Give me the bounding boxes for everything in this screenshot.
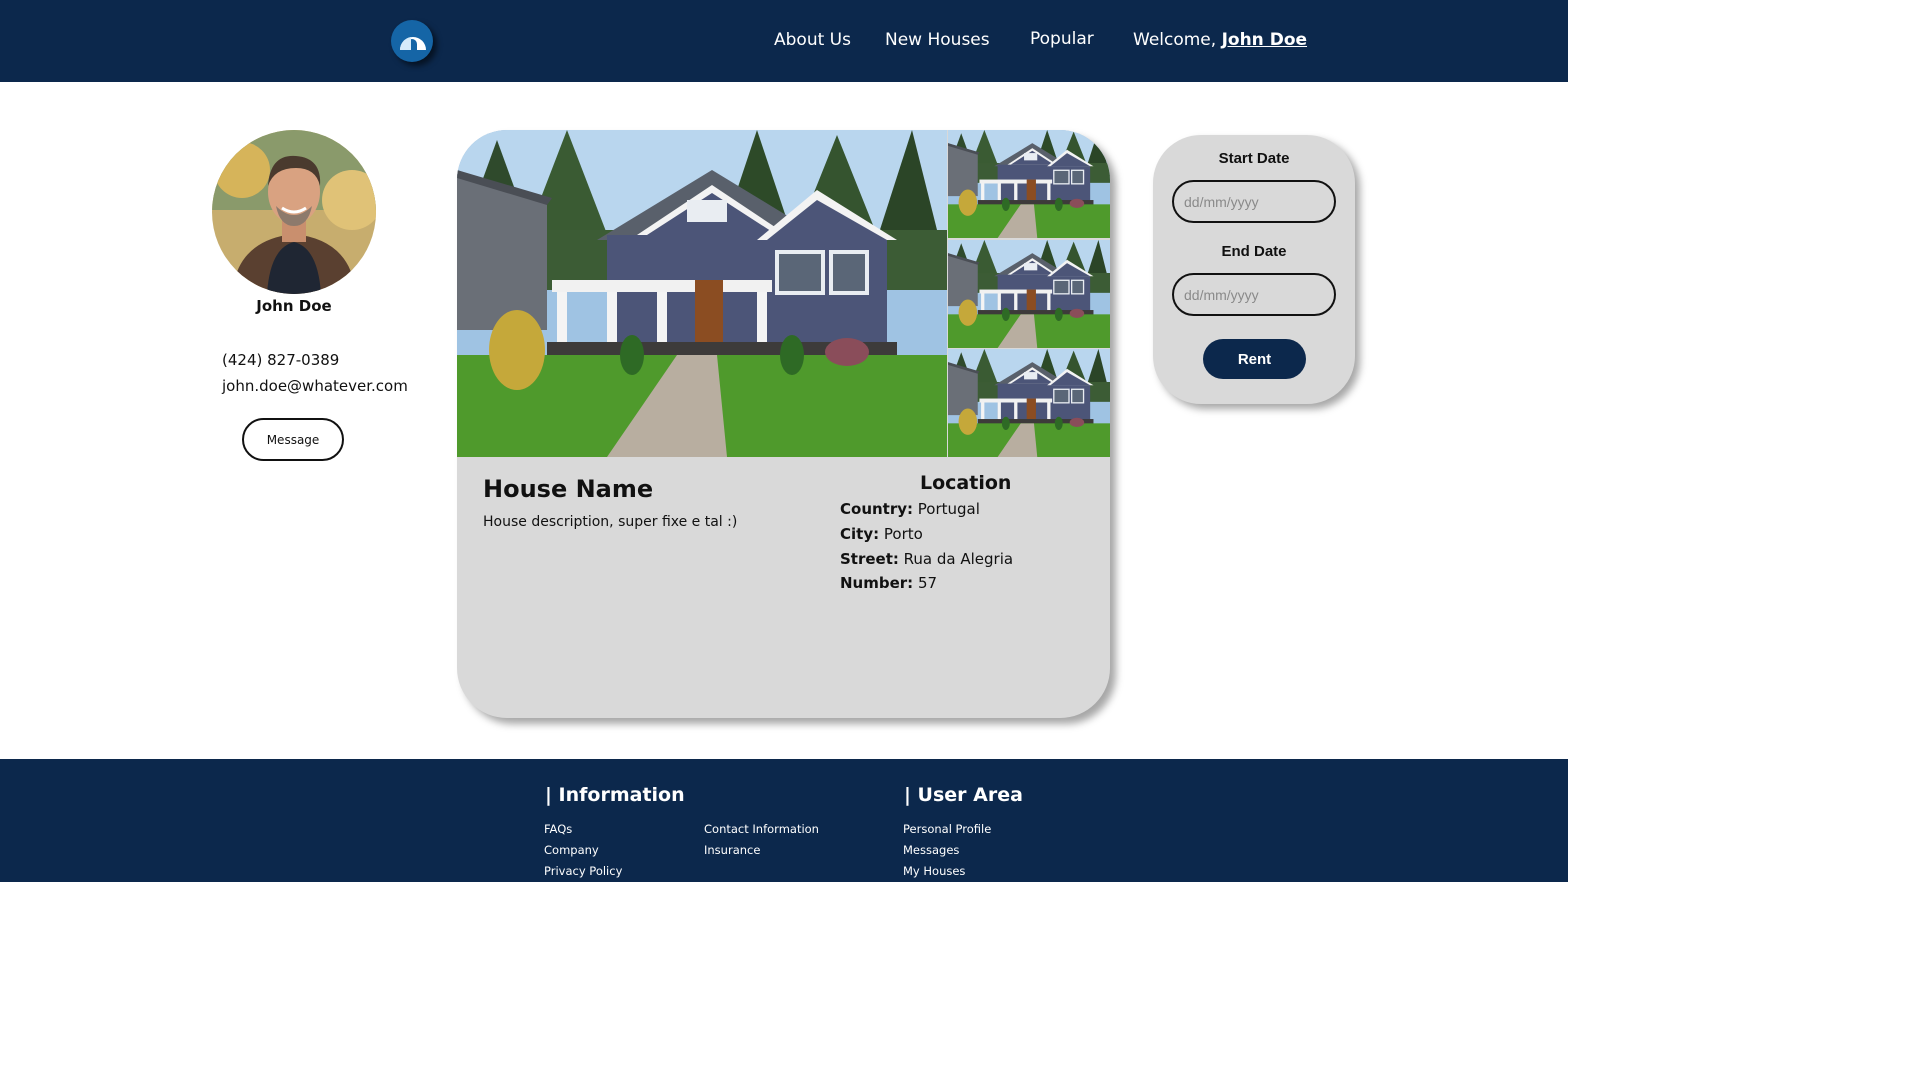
end-date-input[interactable] [1172, 273, 1336, 316]
owner-avatar [212, 130, 376, 294]
welcome-greeting: Welcome, John Doe [1133, 30, 1307, 50]
house-thumbnail-3[interactable] [948, 349, 1110, 457]
footer-information-heading: | Information [545, 784, 685, 806]
user-profile-link[interactable]: John Doe [1222, 30, 1307, 50]
house-main-photo [457, 130, 947, 457]
footer-link-contact-information[interactable]: Contact Information [704, 822, 819, 836]
city-label: City: [840, 525, 880, 543]
footer-link-faqs[interactable]: FAQs [544, 822, 572, 836]
street-label: Street: [840, 550, 899, 568]
rent-panel: Start Date End Date Rent [1153, 135, 1355, 404]
location-street: Street: Rua da Alegria [840, 550, 1013, 568]
city-value: Porto [883, 525, 923, 543]
location-number: Number: 57 [840, 574, 937, 592]
welcome-prefix: Welcome, [1133, 30, 1217, 50]
house-thumbnail-1[interactable] [948, 130, 1110, 238]
house-description: House description, super fixe e tal :) [483, 514, 738, 530]
nav-popular[interactable]: Popular [1030, 29, 1094, 49]
street-value: Rua da Alegria [903, 550, 1014, 568]
footer-link-privacy-policy[interactable]: Privacy Policy [544, 864, 622, 878]
nav-about-us[interactable]: About Us [774, 30, 851, 50]
house-thumbnail-2[interactable] [948, 240, 1110, 348]
end-date-label: End Date [1221, 243, 1287, 260]
house-card: House Name House description, super fixe… [457, 130, 1110, 718]
country-label: Country: [840, 500, 914, 518]
footer-user-area-heading: | User Area [904, 784, 1023, 806]
footer-link-my-houses[interactable]: My Houses [903, 864, 965, 878]
top-navbar: About Us New Houses Popular Welcome, Joh… [0, 0, 1568, 82]
footer-link-company[interactable]: Company [544, 843, 599, 857]
owner-phone: (424) 827-0389 [222, 351, 340, 369]
start-date-input[interactable] [1172, 180, 1336, 223]
rent-button[interactable]: Rent [1203, 339, 1306, 379]
footer-link-messages[interactable]: Messages [903, 843, 959, 857]
start-date-label: Start Date [1218, 150, 1290, 167]
country-value: Portugal [917, 500, 980, 518]
footer-link-insurance[interactable]: Insurance [704, 843, 760, 857]
footer: | Information FAQs Company Privacy Polic… [0, 759, 1568, 882]
footer-link-personal-profile[interactable]: Personal Profile [903, 822, 991, 836]
message-button[interactable]: Message [242, 418, 344, 461]
nav-new-houses[interactable]: New Houses [885, 30, 990, 50]
location-city: City: Porto [840, 525, 923, 543]
igloo-logo-icon[interactable] [391, 20, 433, 62]
location-country: Country: Portugal [840, 500, 980, 518]
house-name: House Name [483, 475, 654, 503]
number-label: Number: [840, 574, 914, 592]
owner-email: john.doe@whatever.com [222, 377, 408, 395]
number-value: 57 [917, 574, 938, 592]
location-title: Location [920, 472, 1012, 494]
owner-name: John Doe [256, 297, 332, 315]
